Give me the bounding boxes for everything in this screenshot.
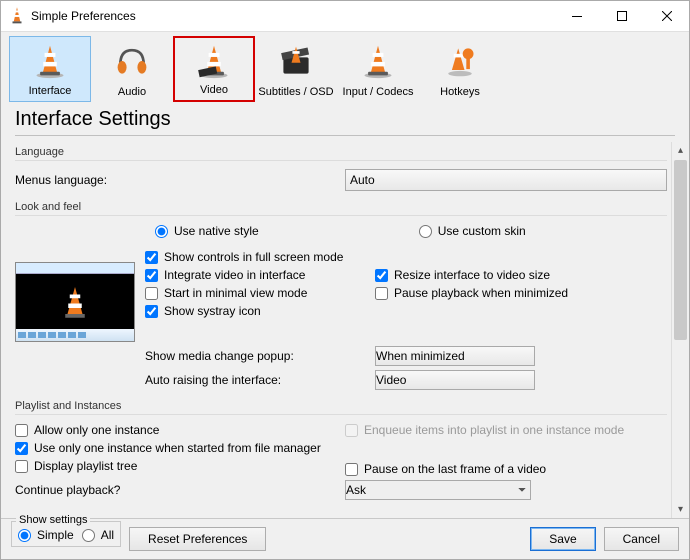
menus-language-select[interactable]: Auto [345,169,667,191]
start-minimal-checkbox[interactable]: Start in minimal view mode [145,286,375,300]
tab-label: Video [200,84,228,96]
tab-video[interactable]: Video [173,36,255,102]
group-heading: Playlist and Instances [15,400,667,412]
hotkeys-icon [442,36,478,86]
tab-label: Input / Codecs [343,86,414,98]
cancel-button[interactable]: Cancel [604,527,679,551]
divider [15,160,667,161]
checkbox-text: Pause on the last frame of a video [364,462,546,476]
checkbox-text: Allow only one instance [34,423,159,437]
checkbox-text: Start in minimal view mode [164,286,307,300]
tab-label: Interface [29,85,72,97]
allow-one-instance-checkbox[interactable]: Allow only one instance [15,423,345,437]
cone-icon [32,37,68,85]
divider [15,215,667,216]
checkbox-text: Display playlist tree [34,459,137,473]
tab-label: Audio [118,86,146,98]
one-instance-file-manager-checkbox[interactable]: Use only one instance when started from … [15,441,345,455]
tab-interface[interactable]: Interface [9,36,91,102]
pause-minimized-checkbox[interactable]: Pause playback when minimized [375,286,667,300]
headphones-icon [114,36,150,86]
enqueue-one-instance-checkbox: Enqueue items into playlist in one insta… [345,423,667,437]
scroll-down-arrow[interactable]: ▾ [672,501,689,518]
reset-preferences-button[interactable]: Reset Preferences [129,527,266,551]
window-minimize-button[interactable] [554,1,599,31]
display-playlist-tree-checkbox[interactable]: Display playlist tree [15,459,345,473]
tab-audio[interactable]: Audio [91,36,173,102]
checkbox-text: Show controls in full screen mode [164,250,343,264]
continue-playback-select[interactable]: Ask [345,480,531,500]
use-native-style-radio[interactable]: Use native style [155,224,259,238]
radio-text: Use custom skin [438,224,526,238]
radio-text: Use native style [174,224,259,238]
cone-film-icon [196,38,232,84]
use-custom-skin-radio[interactable]: Use custom skin [419,224,526,238]
save-button[interactable]: Save [530,527,595,551]
tab-hotkeys[interactable]: Hotkeys [419,36,501,102]
tab-label: Subtitles / OSD [258,86,333,98]
checkbox-text: Integrate video in interface [164,268,305,282]
show-settings-group: Show settings Simple All [11,521,121,547]
group-heading: Show settings [16,514,90,526]
divider [15,135,675,136]
checkbox-text: Resize interface to video size [394,268,550,282]
media-change-popup-select[interactable]: When minimized [375,346,535,366]
group-heading: Language [15,146,667,158]
tab-input-codecs[interactable]: Input / Codecs [337,36,419,102]
show-settings-simple-radio[interactable]: Simple [18,528,74,542]
field-label: Auto raising the interface: [15,373,375,387]
playlist-group: Playlist and Instances Allow only one in… [15,400,667,500]
checkbox-text: Show systray icon [164,304,261,318]
divider [15,414,667,415]
checkbox-text: Use only one instance when started from … [34,441,321,455]
field-label: Show media change popup: [15,349,375,363]
title-bar: Simple Preferences [1,1,689,32]
pause-last-frame-checkbox[interactable]: Pause on the last frame of a video [345,462,667,476]
footer-bar: Show settings Simple All Reset Preferenc… [1,518,689,559]
group-heading: Look and feel [15,201,667,213]
skin-preview [15,262,135,342]
auto-raise-select[interactable]: Video [375,370,535,390]
show-settings-all-radio[interactable]: All [82,528,114,542]
tab-subtitles[interactable]: Subtitles / OSD [255,36,337,102]
vertical-scrollbar[interactable]: ▴ ▾ [671,142,689,518]
resize-interface-checkbox[interactable]: Resize interface to video size [375,268,667,282]
window-title: Simple Preferences [31,9,554,23]
show-systray-checkbox[interactable]: Show systray icon [145,304,375,318]
window-close-button[interactable] [644,1,689,31]
app-icon [9,6,25,27]
settings-scroll-area: Language Menus language: Auto Look and f… [1,142,671,518]
cone-icon [360,36,396,86]
tab-label: Hotkeys [440,86,480,98]
language-group: Language Menus language: Auto [15,146,667,191]
show-controls-checkbox[interactable]: Show controls in full screen mode [145,250,375,264]
look-and-feel-group: Look and feel Use native style Use custo… [15,201,667,390]
integrate-video-checkbox[interactable]: Integrate video in interface [145,268,375,282]
field-label: Menus language: [15,173,345,187]
radio-text: Simple [37,528,74,542]
checkbox-text: Enqueue items into playlist in one insta… [364,423,624,437]
clapboard-icon [278,36,314,86]
page-title: Interface Settings [1,102,689,133]
checkbox-text: Pause playback when minimized [394,286,568,300]
scroll-thumb[interactable] [674,160,687,340]
radio-text: All [101,528,114,542]
scroll-up-arrow[interactable]: ▴ [672,142,689,159]
category-tabs: Interface Audio Video Subtitles / OSD In… [1,32,689,102]
window-maximize-button[interactable] [599,1,644,31]
field-label: Continue playback? [15,483,345,497]
